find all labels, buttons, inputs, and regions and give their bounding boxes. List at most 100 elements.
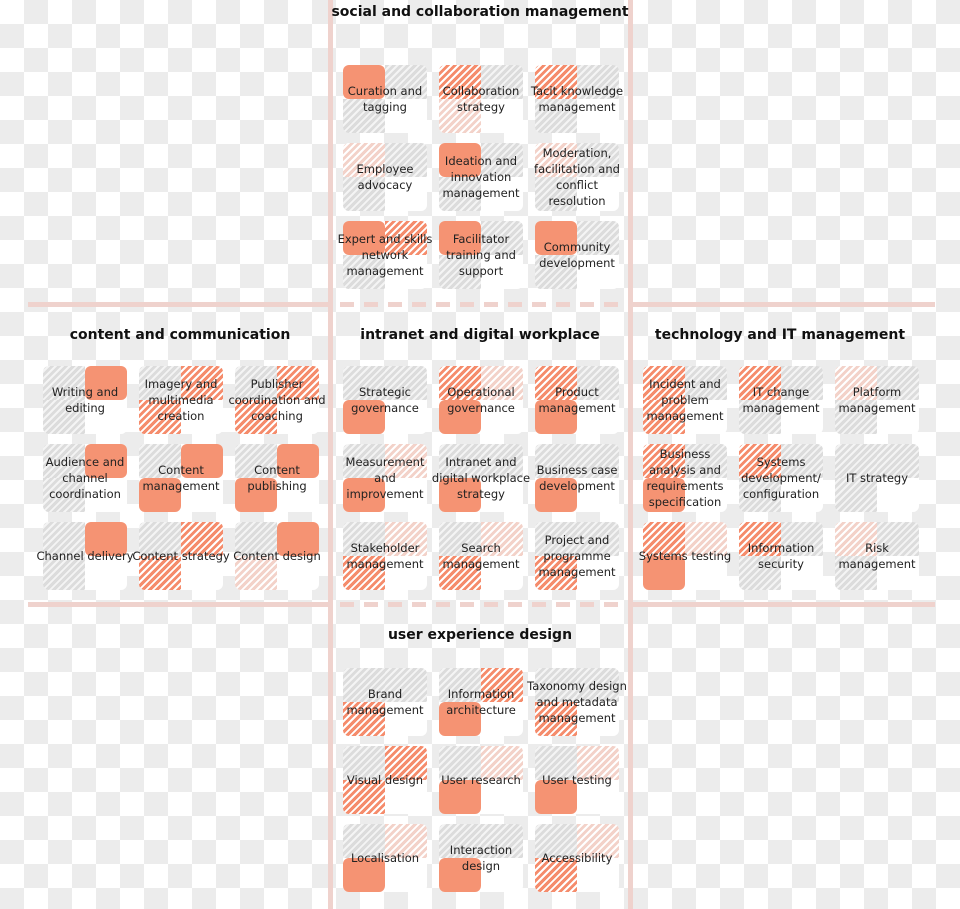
skill-label: Audience and channel coordination [45, 455, 125, 501]
skill-label: Incident and problem management [646, 377, 724, 423]
skill-label: Collaboration strategy [442, 84, 520, 114]
skill-cell: Employee advocacy [343, 143, 427, 211]
skill-cell: Accessibility [535, 824, 619, 892]
divider-vertical-left [328, 0, 333, 909]
skill-label: Brand management [346, 687, 424, 717]
skill-cell: Publisher coordination and coaching [228, 366, 326, 434]
section-title: technology and IT management [654, 327, 906, 343]
skill-label: Interaction design [449, 843, 513, 873]
skill-label: Platform management [838, 385, 916, 415]
skill-label: Content publishing [247, 463, 307, 493]
skill-label: Search management [442, 541, 520, 571]
skill-cell: Ideation and innovation management [439, 143, 523, 211]
divider-horizontal-bottom-right [633, 602, 935, 607]
skill-label: Facilitator training and support [446, 232, 516, 278]
skill-cell: Audience and channel coordination [43, 444, 127, 512]
skill-label: Visual design [346, 773, 424, 787]
skill-label: Expert and skills network management [337, 232, 433, 278]
skill-cell: Localisation [343, 824, 427, 892]
skill-cell: Measurement and improvement [343, 444, 427, 512]
skill-cell: Visual design [343, 746, 427, 814]
skill-label: User testing [542, 773, 612, 787]
skill-label: IT change management [742, 385, 820, 415]
skill-label: Publisher coordination and coaching [228, 377, 326, 423]
section-content-communication: Writing and editing Imagery and multimedi… [36, 366, 326, 590]
section-intranet-digital-workplace: Strategic governance Operational governan… [343, 366, 619, 590]
skill-cell: Content management [139, 444, 223, 512]
skill-label: Writing and editing [51, 385, 119, 415]
skill-cell: Risk management [835, 522, 919, 590]
skill-label: Risk management [838, 541, 916, 571]
skill-label: Taxonomy design and metadata management [527, 679, 627, 725]
skill-label: Localisation [350, 851, 420, 865]
skill-cell: Search management [439, 522, 523, 590]
skill-label: Moderation, facilitation and conflict re… [534, 146, 620, 208]
skill-label: Content design [233, 549, 321, 563]
skill-label: Systems development/ configuration [741, 455, 821, 501]
skill-label: Channel delivery [36, 549, 134, 563]
skill-cell: Writing and editing [43, 366, 127, 434]
skill-label: Ideation and innovation management [442, 154, 520, 200]
skill-label: Content management [142, 463, 220, 493]
skill-cell: Project and programme management [535, 522, 619, 590]
skill-label: Information security [747, 541, 815, 571]
section-social-collaboration: Curation and tagging Collaboration strate… [338, 65, 623, 289]
skill-cell: User testing [535, 746, 619, 814]
skill-label: Systems testing [638, 549, 732, 563]
skill-label: Employee advocacy [356, 162, 414, 192]
skill-cell: Intranet and digital workplace strategy [432, 444, 530, 512]
skill-cell: Facilitator training and support [439, 221, 523, 289]
section-title: social and collaboration management [331, 4, 629, 20]
skill-cell: Business case development [535, 444, 619, 512]
skill-cell: Operational governance [439, 366, 523, 434]
skill-cell: Content design [233, 522, 321, 590]
skill-label: Curation and tagging [347, 84, 423, 114]
skill-cell: Information security [739, 522, 823, 590]
skill-cell: Content publishing [235, 444, 319, 512]
skill-label: Tacit knowledge management [530, 84, 624, 114]
skill-cell: Collaboration strategy [439, 65, 523, 133]
skill-cell: Stakeholder management [343, 522, 427, 590]
skill-label: Measurement and improvement [345, 455, 425, 501]
section-title: intranet and digital workplace [360, 327, 600, 343]
skill-cell: Expert and skills network management [338, 221, 432, 289]
skill-cell: Systems testing [639, 522, 731, 590]
skill-cell: Business analysis and requirements speci… [643, 444, 727, 512]
skill-label: Content strategy [132, 549, 230, 563]
divider-dashed-bottom [340, 602, 625, 607]
skill-label: Information architecture [446, 687, 516, 717]
skill-cell: Taxonomy design and metadata management [527, 668, 627, 736]
divider-vertical-right [628, 0, 633, 909]
section-title: user experience design [387, 627, 573, 643]
section-user-experience: Brand management Information architecture… [343, 668, 627, 892]
skill-cell: Community development [535, 221, 619, 289]
skill-cell: Incident and problem management [643, 366, 727, 434]
skill-label: Business case development [536, 463, 618, 493]
section-technology-it: Incident and problem management IT change… [639, 366, 919, 590]
skill-label: User research [441, 773, 521, 787]
skill-cell: Brand management [343, 668, 427, 736]
skill-cell: Moderation, facilitation and conflict re… [534, 143, 620, 211]
skill-cell: Information architecture [439, 668, 523, 736]
skill-cell: Content strategy [132, 522, 230, 590]
divider-horizontal-top-left [28, 302, 328, 307]
section-title: content and communication [69, 327, 291, 343]
skill-label: Stakeholder management [346, 541, 424, 571]
skill-cell: Interaction design [439, 824, 523, 892]
skill-cell: IT strategy [835, 444, 919, 512]
skill-label: Strategic governance [351, 385, 419, 415]
skill-label: Operational governance [447, 385, 515, 415]
skill-cell: Tacit knowledge management [531, 65, 623, 133]
skill-cell: Systems development/ configuration [739, 444, 823, 512]
skill-label: IT strategy [845, 471, 909, 485]
divider-dashed-top [340, 302, 625, 307]
skill-cell: Imagery and multimedia creation [139, 366, 223, 434]
skill-cell: User research [439, 746, 523, 814]
skill-label: Imagery and multimedia creation [144, 377, 218, 423]
skill-label: Project and programme management [538, 533, 616, 579]
divider-horizontal-top-right [633, 302, 935, 307]
skill-cell: IT change management [739, 366, 823, 434]
skill-cell: Product management [535, 366, 619, 434]
divider-horizontal-bottom-left [28, 602, 328, 607]
skill-label: Accessibility [541, 851, 613, 865]
